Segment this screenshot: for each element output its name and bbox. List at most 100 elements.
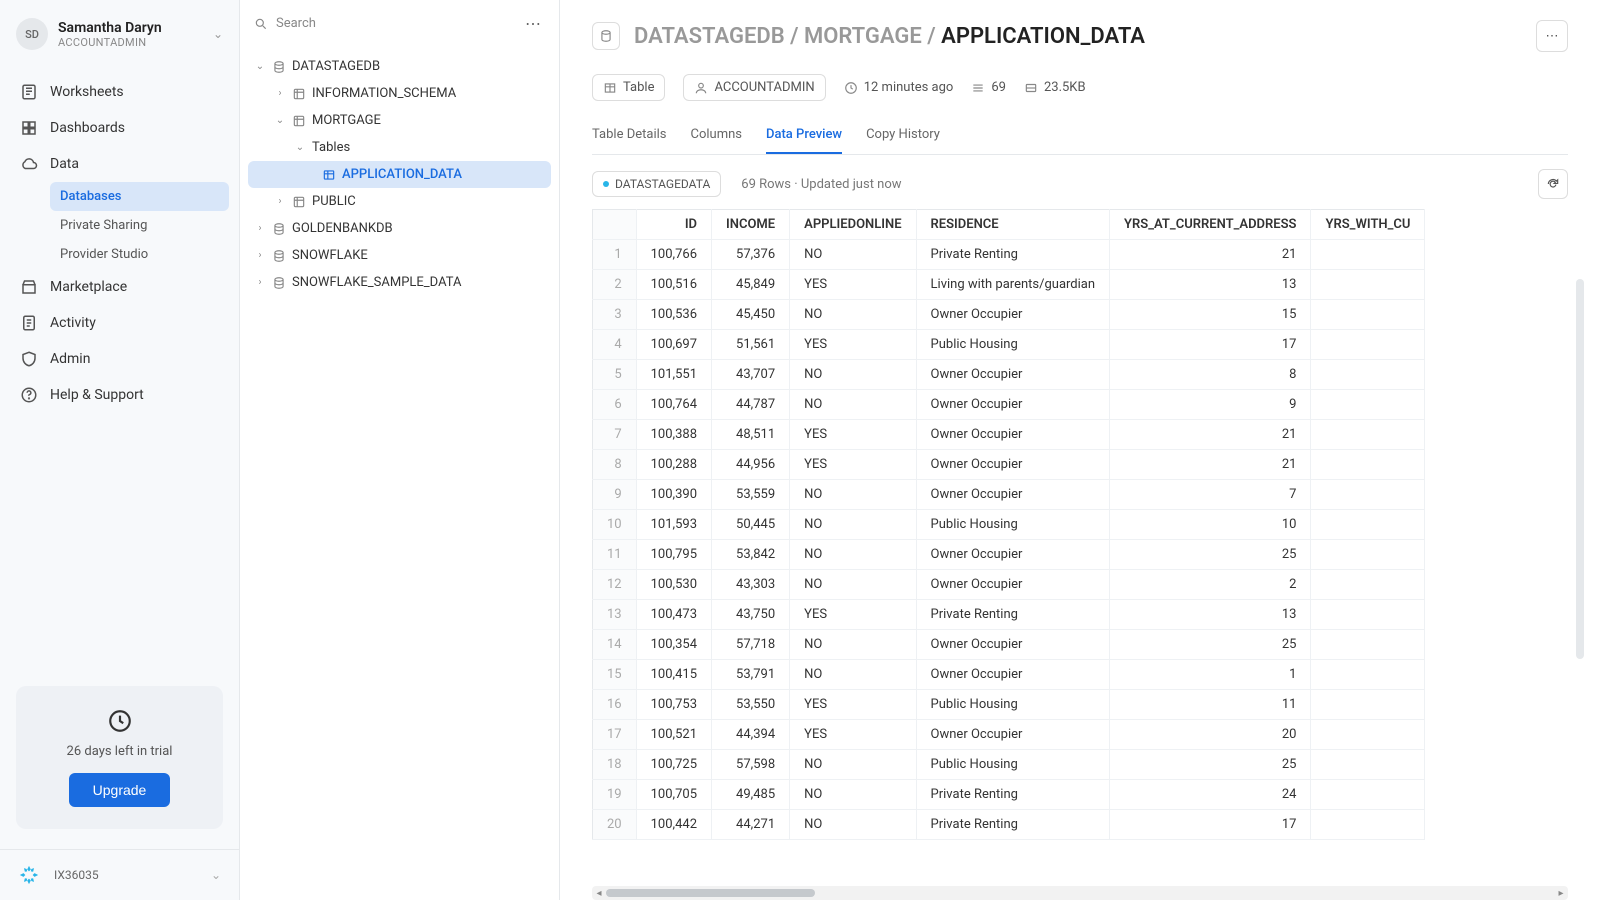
table-cell: 45,450 — [712, 300, 790, 330]
table-row[interactable]: 7100,38848,511YESOwner Occupier21 — [593, 420, 1425, 450]
crumb-db[interactable]: DATASTAGEDB — [634, 24, 785, 49]
table-cell: 100,442 — [636, 810, 711, 840]
table-row[interactable]: 17100,52144,394YESOwner Occupier20 — [593, 720, 1425, 750]
column-header[interactable]: YRS_WITH_CU — [1311, 210, 1425, 240]
table-cell: 44,271 — [712, 810, 790, 840]
table-cell: Owner Occupier — [916, 300, 1110, 330]
table-row[interactable]: 20100,44244,271NOPrivate Renting17 — [593, 810, 1425, 840]
table-cell: Owner Occupier — [916, 450, 1110, 480]
meta-size: 23.5KB — [1024, 80, 1086, 95]
table-cell: 100,288 — [636, 450, 711, 480]
tab-details[interactable]: Table Details — [592, 117, 666, 154]
rownum-cell: 3 — [593, 300, 637, 330]
scroll-right-icon[interactable]: ▸ — [1554, 888, 1568, 899]
database-icon — [272, 222, 286, 236]
table-cell — [1311, 660, 1425, 690]
column-header[interactable]: YRS_AT_CURRENT_ADDRESS — [1110, 210, 1311, 240]
tree-table-application-data[interactable]: APPLICATION_DATA — [248, 161, 551, 188]
table-cell: 100,705 — [636, 780, 711, 810]
nav-activity[interactable]: Activity — [10, 305, 229, 341]
rownum-cell: 5 — [593, 360, 637, 390]
caret-right-icon: › — [274, 196, 286, 207]
tab-preview[interactable]: Data Preview — [766, 117, 842, 154]
more-button[interactable]: ⋯ — [521, 10, 545, 37]
scroll-thumb[interactable] — [606, 889, 815, 897]
nav-admin[interactable]: Admin — [10, 341, 229, 377]
nav-data[interactable]: Data — [10, 146, 229, 182]
nav-provider-studio[interactable]: Provider Studio — [50, 240, 229, 269]
meta-role[interactable]: ACCOUNTADMIN — [683, 74, 825, 101]
search-input[interactable]: Search — [276, 16, 513, 31]
tree-db-goldenbank[interactable]: › GOLDENBANKDB — [248, 215, 551, 242]
table-cell — [1311, 450, 1425, 480]
table-cell: 53,550 — [712, 690, 790, 720]
table-row[interactable]: 16100,75353,550YESPublic Housing11 — [593, 690, 1425, 720]
table-row[interactable]: 18100,72557,598NOPublic Housing25 — [593, 750, 1425, 780]
upgrade-button[interactable]: Upgrade — [69, 773, 171, 807]
nav-label: Worksheets — [50, 84, 124, 100]
table-row[interactable]: 3100,53645,450NOOwner Occupier15 — [593, 300, 1425, 330]
table-row[interactable]: 10101,59350,445NOPublic Housing10 — [593, 510, 1425, 540]
nav-help[interactable]: Help & Support — [10, 377, 229, 413]
tab-history[interactable]: Copy History — [866, 117, 940, 154]
more-button[interactable]: ⋯ — [1536, 20, 1568, 52]
table-cell: 9 — [1110, 390, 1311, 420]
column-header[interactable]: INCOME — [712, 210, 790, 240]
user-menu[interactable]: SD Samantha Daryn ACCOUNTADMIN ⌄ — [16, 18, 223, 50]
rownum-cell: 17 — [593, 720, 637, 750]
crumb-schema[interactable]: MORTGAGE — [804, 24, 922, 49]
table-row[interactable]: 9100,39053,559NOOwner Occupier7 — [593, 480, 1425, 510]
table-cell: 7 — [1110, 480, 1311, 510]
horizontal-scrollbar[interactable]: ◂ ▸ — [592, 886, 1568, 900]
tree-db-snowflake[interactable]: › SNOWFLAKE — [248, 242, 551, 269]
nav-marketplace[interactable]: Marketplace — [10, 269, 229, 305]
table-cell: NO — [790, 810, 916, 840]
scroll-left-icon[interactable]: ◂ — [592, 888, 606, 899]
database-icon — [272, 60, 286, 74]
table-cell: NO — [790, 660, 916, 690]
tree-schema-mortgage[interactable]: ⌄ MORTGAGE — [248, 107, 551, 134]
database-icon — [272, 249, 286, 263]
table-row[interactable]: 11100,79553,842NOOwner Occupier25 — [593, 540, 1425, 570]
nav-databases[interactable]: Databases — [50, 182, 229, 211]
warehouse-picker[interactable]: DATASTAGEDATA — [592, 171, 721, 197]
table-row[interactable]: 5101,55143,707NOOwner Occupier8 — [593, 360, 1425, 390]
user-name: Samantha Daryn — [58, 20, 203, 36]
table-row[interactable]: 14100,35457,718NOOwner Occupier25 — [593, 630, 1425, 660]
table-row[interactable]: 2100,51645,849YESLiving with parents/gua… — [593, 270, 1425, 300]
caret-down-icon: ⌄ — [274, 115, 286, 126]
tree-schema-info[interactable]: › INFORMATION_SCHEMA — [248, 80, 551, 107]
tab-columns[interactable]: Columns — [690, 117, 742, 154]
table-cell: NO — [790, 240, 916, 270]
nav-dashboards[interactable]: Dashboards — [10, 110, 229, 146]
table-cell: 48,511 — [712, 420, 790, 450]
tree-db-datastagedb[interactable]: ⌄ DATASTAGEDB — [248, 53, 551, 80]
table-row[interactable]: 19100,70549,485NOPrivate Renting24 — [593, 780, 1425, 810]
table-cell — [1311, 240, 1425, 270]
rownum-header — [593, 210, 637, 240]
tree-schema-public[interactable]: › PUBLIC — [248, 188, 551, 215]
rownum-cell: 6 — [593, 390, 637, 420]
column-header[interactable]: ID — [636, 210, 711, 240]
tree-tables-folder[interactable]: ⌄ Tables — [248, 134, 551, 161]
refresh-button[interactable] — [1538, 169, 1568, 199]
table-scroll-area[interactable]: IDINCOMEAPPLIEDONLINERESIDENCEYRS_AT_CUR… — [560, 209, 1600, 900]
column-header[interactable]: APPLIEDONLINE — [790, 210, 916, 240]
table-icon — [603, 81, 617, 95]
nav-worksheets[interactable]: Worksheets — [10, 74, 229, 110]
tree-db-sample-data[interactable]: › SNOWFLAKE_SAMPLE_DATA — [248, 269, 551, 296]
table-row[interactable]: 1100,76657,376NOPrivate Renting21 — [593, 240, 1425, 270]
nav-private-sharing[interactable]: Private Sharing — [50, 211, 229, 240]
table-row[interactable]: 12100,53043,303NOOwner Occupier2 — [593, 570, 1425, 600]
sidebar-footer[interactable]: IX36035 ⌄ — [0, 849, 239, 900]
table-row[interactable]: 6100,76444,787NOOwner Occupier9 — [593, 390, 1425, 420]
table-row[interactable]: 8100,28844,956YESOwner Occupier21 — [593, 450, 1425, 480]
table-row[interactable]: 4100,69751,561YESPublic Housing17 — [593, 330, 1425, 360]
table-cell: 45,849 — [712, 270, 790, 300]
table-cell: 2 — [1110, 570, 1311, 600]
table-row[interactable]: 15100,41553,791NOOwner Occupier1 — [593, 660, 1425, 690]
table-row[interactable]: 13100,47343,750YESPrivate Renting13 — [593, 600, 1425, 630]
vertical-scrollbar[interactable] — [1576, 279, 1584, 659]
table-cell: 57,718 — [712, 630, 790, 660]
column-header[interactable]: RESIDENCE — [916, 210, 1110, 240]
